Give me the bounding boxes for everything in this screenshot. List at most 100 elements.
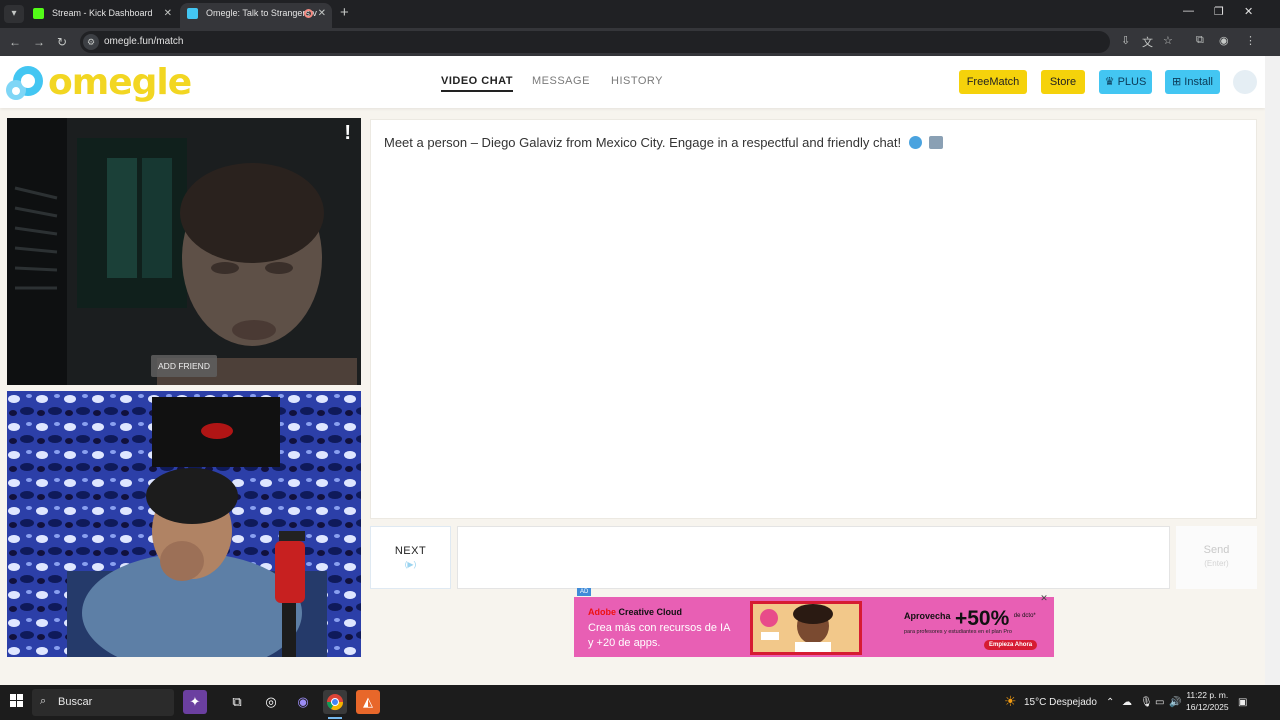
extensions-icon[interactable]: ⧉ (1196, 34, 1204, 47)
reload-icon[interactable]: ↻ (57, 33, 67, 51)
crown-icon: ♛ (1104, 76, 1115, 88)
browser-menu-icon[interactable]: ⋮ (1245, 34, 1256, 47)
ad-cta-button[interactable]: Empieza Ahora (984, 640, 1038, 650)
microphone-icon[interactable]: 🎙 (1140, 697, 1153, 708)
ad-photo (750, 601, 862, 655)
next-label: NEXT (394, 545, 427, 557)
tab-title: Stream - Kick Dashboard (52, 8, 153, 18)
self-video-frame (7, 391, 361, 657)
discord-app-icon[interactable]: ◉ (291, 690, 315, 714)
clock-date: 16/12/2025 (1186, 702, 1229, 712)
close-window-icon[interactable]: ✕ (1244, 5, 1253, 18)
ad-brand-product: Creative Cloud (618, 607, 683, 617)
ad-promo: Aprovecha +50% de dcto* (904, 607, 1038, 631)
install-icon: ⊞ (1171, 76, 1182, 88)
clock-time: 11:22 p. m. (1186, 690, 1229, 700)
tray-chevron-icon[interactable]: ⌃ (1106, 697, 1114, 708)
system-message: Meet a person – Diego Galaviz from Mexic… (384, 135, 944, 150)
add-friend-button[interactable]: ADD FRIEND (151, 355, 217, 377)
stranger-video-frame (7, 118, 361, 385)
store-button[interactable]: Store (1041, 70, 1085, 94)
browser-toolbar: ← → ↻ ⚙ omegle.fun/match ⇩ 文 ☆ ⧉ ◉ ⋮ (0, 28, 1280, 56)
tab-omegle[interactable]: Omegle: Talk to Strangers v ✕ (180, 3, 332, 28)
search-placeholder: Buscar (58, 696, 93, 708)
new-tab-plus-icon[interactable]: + (340, 4, 349, 22)
browser-tab-strip: ▾ Stream - Kick Dashboard ✕ Omegle: Talk… (0, 0, 1280, 28)
ad-line-2: y +20 de apps. (588, 637, 661, 649)
send-label: Send (1203, 544, 1230, 556)
chat-log: Meet a person – Diego Galaviz from Mexic… (370, 119, 1257, 519)
ad-promo-percent: +50% (954, 607, 1010, 630)
adobe-ad-banner[interactable]: Adobe Creative Cloud Crea más con recurs… (574, 597, 1054, 657)
ad-promo-lead: Aprovecha (904, 611, 951, 621)
weather-text[interactable]: 15°C Despejado (1024, 697, 1097, 708)
site-info-icon[interactable]: ⚙ (83, 34, 99, 50)
freematch-button[interactable]: FreeMatch (959, 70, 1027, 94)
network-icon[interactable]: ▭ (1155, 697, 1164, 708)
bookmark-star-icon[interactable]: ☆ (1163, 34, 1173, 47)
send-shortcut: (Enter) (1204, 559, 1229, 568)
chrome-app-icon[interactable] (323, 690, 347, 714)
ad-brand: Adobe Creative Cloud (588, 607, 682, 617)
system-clock[interactable]: 11:22 p. m. 16/12/2025 (1186, 689, 1229, 713)
url-text: omegle.fun/match (104, 36, 184, 47)
stranger-video: ! ADD FRIEND (7, 118, 361, 385)
plus-button[interactable]: ♛ PLUS (1099, 70, 1152, 94)
chrome-active-indicator (328, 717, 342, 719)
restore-window-icon[interactable]: ❐ (1214, 5, 1224, 18)
tab-kick-dashboard[interactable]: Stream - Kick Dashboard ✕ (26, 3, 178, 28)
kick-favicon-icon (33, 8, 44, 19)
logo-wordmark: omegle (48, 62, 192, 103)
globe-emoji-icon (908, 136, 922, 149)
windows-start-icon[interactable] (10, 694, 24, 708)
translate-icon[interactable]: 文 (1142, 34, 1153, 50)
onedrive-icon[interactable]: ☁ (1122, 697, 1132, 708)
forward-arrow-icon[interactable]: → (33, 33, 45, 51)
volume-icon[interactable]: 🔊 (1169, 697, 1181, 708)
obs-app-icon[interactable]: ◎ (259, 690, 283, 714)
next-shortcut: (▶) (404, 560, 417, 569)
minimize-window-icon[interactable]: — (1183, 5, 1194, 17)
omegle-logo-mark-icon (6, 64, 46, 102)
install-button[interactable]: ⊞ Install (1165, 70, 1220, 94)
nav-history[interactable]: HISTORY (611, 75, 663, 87)
back-arrow-icon[interactable]: ← (9, 33, 21, 51)
site-header: omegle VIDEO CHAT MESSAGE HISTORY FreeMa… (0, 56, 1265, 108)
system-message-text: Meet a person – Diego Galaviz from Mexic… (384, 135, 902, 150)
tab-title: Omegle: Talk to Strangers v (206, 8, 317, 18)
widgets-app-icon[interactable]: ✦ (183, 690, 207, 714)
page-scrollbar[interactable] (1265, 56, 1280, 685)
ad-brand-adobe: Adobe (588, 607, 616, 617)
task-view-icon[interactable]: ⧉ (225, 690, 249, 714)
nav-message[interactable]: MESSAGE (532, 75, 590, 87)
send-button[interactable]: Send (Enter) (1176, 526, 1257, 589)
omegle-favicon-icon (187, 8, 198, 19)
omegle-page: omegle VIDEO CHAT MESSAGE HISTORY FreeMa… (0, 56, 1265, 685)
self-video (7, 391, 361, 657)
omegle-logo[interactable]: omegle (6, 62, 192, 103)
ad-line-1: Crea más con recursos de IA (588, 622, 731, 634)
next-button[interactable]: NEXT (▶) (370, 526, 451, 589)
app-orange-icon[interactable]: ◭ (356, 690, 380, 714)
install-app-icon[interactable]: ⇩ (1121, 34, 1130, 47)
nav-video-chat[interactable]: VIDEO CHAT (441, 75, 514, 92)
user-avatar-icon[interactable] (1233, 70, 1257, 94)
ad-close-icon[interactable]: ✕ (1039, 593, 1049, 603)
search-icon: ⌕ (40, 695, 47, 707)
message-input[interactable] (457, 526, 1170, 589)
notifications-icon[interactable]: ▣ (1238, 697, 1247, 708)
profile-icon[interactable]: ◉ (1219, 34, 1229, 47)
ad-promo-percent-sub: de dcto* (1013, 613, 1036, 619)
plus-label: PLUS (1117, 76, 1147, 88)
close-tab-icon[interactable]: ✕ (318, 3, 326, 24)
ad-promo-small: para profesores y estudiantes en el plan… (904, 629, 1012, 635)
close-tab-icon[interactable]: ✕ (164, 3, 172, 24)
tab-search-chevron-icon[interactable]: ▾ (4, 5, 24, 23)
ad-badge: AD (577, 588, 592, 596)
taskbar-search[interactable]: ⌕ Buscar (32, 689, 174, 716)
report-button[interactable]: ! (344, 122, 351, 145)
windows-taskbar: ⌕ Buscar ✦ ⧉ ◎ ◉ ◭ ☀ 15°C Despejado ⌃ ☁ … (0, 685, 1280, 720)
recording-indicator-icon (304, 9, 313, 18)
address-bar[interactable]: ⚙ omegle.fun/match (80, 31, 1110, 53)
weather-icon[interactable]: ☀ (1004, 693, 1017, 710)
